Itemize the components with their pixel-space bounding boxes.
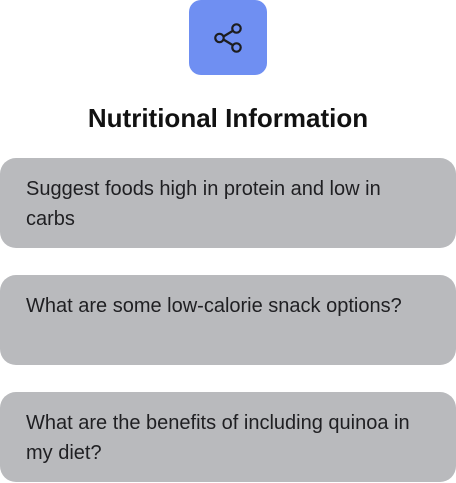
page-title: Nutritional Information <box>87 103 369 133</box>
share-button[interactable] <box>189 0 267 75</box>
share-icon <box>208 18 248 58</box>
suggested-prompt-card[interactable]: What are the benefits of including quino… <box>0 392 456 482</box>
suggested-prompt-card[interactable]: What are some low-calorie snack options? <box>0 275 456 365</box>
suggested-prompt-card[interactable]: Suggest foods high in protein and low in… <box>0 158 456 248</box>
